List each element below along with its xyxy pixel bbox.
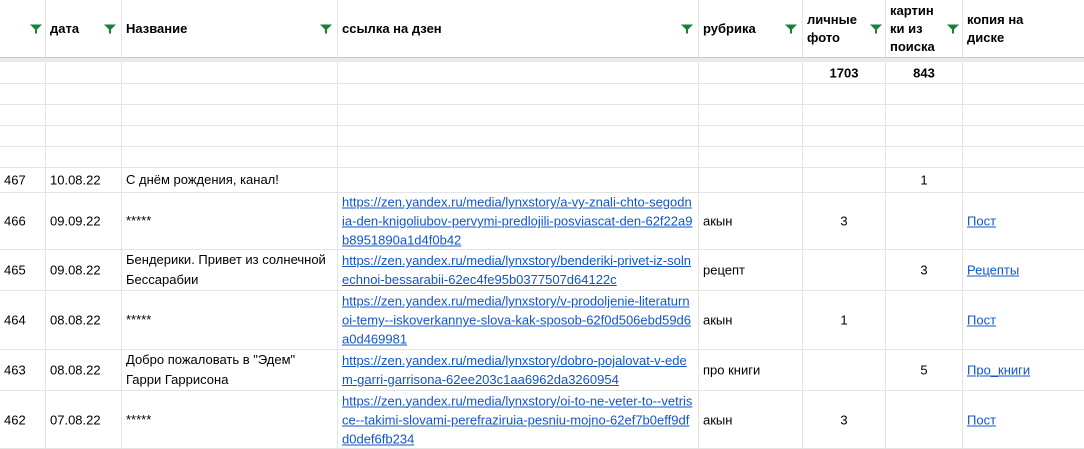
total-search: 843 — [913, 65, 935, 80]
row-date: 08.08.22 — [50, 362, 101, 378]
row-title: ***** — [126, 213, 152, 228]
header-label-copy: копия на диске — [967, 11, 1024, 45]
total-photos: 1703 — [829, 65, 859, 80]
row-copy-link[interactable]: Пост — [967, 410, 1080, 429]
row-copy-link[interactable]: Пост — [967, 311, 1080, 330]
row-number: 462 — [4, 412, 26, 427]
row-number: 464 — [4, 312, 26, 328]
row-date: 08.08.22 — [50, 312, 101, 328]
row-photos: 3 — [840, 213, 848, 229]
row-number: 465 — [4, 262, 26, 278]
row-link[interactable]: https://zen.yandex.ru/media/lynxstory/v-… — [342, 292, 694, 349]
header-label-title: Название — [126, 20, 188, 36]
row-title: С днём рождения, канал! — [126, 172, 279, 187]
row-rubric: акын — [703, 213, 733, 229]
row-link[interactable]: https://zen.yandex.ru/media/lynxstory/do… — [342, 351, 694, 389]
row-photos: 3 — [840, 412, 848, 427]
table-row: 466 09.09.22 ***** https://zen.yandex.ru… — [0, 193, 1084, 250]
row-number: 466 — [4, 213, 26, 229]
filter-icon[interactable] — [30, 24, 42, 33]
header-label-rubric: рубрика — [703, 20, 756, 36]
header-cell-date[interactable]: дата — [46, 0, 122, 58]
totals-row: 1703 843 — [0, 62, 1084, 84]
row-rubric: про книги — [703, 362, 761, 378]
row-number: 463 — [4, 362, 26, 378]
row-copy-link[interactable]: Рецепты — [967, 261, 1080, 280]
row-number: 467 — [4, 172, 26, 188]
table-row: 467 10.08.22 С днём рождения, канал! 1 — [0, 168, 1084, 193]
row-date: 10.08.22 — [50, 172, 101, 188]
row-link[interactable]: https://zen.yandex.ru/media/lynxstory/oi… — [342, 391, 694, 448]
header-label-search: картин ки из поиска — [890, 2, 935, 54]
row-search: 3 — [920, 262, 928, 278]
header-cell-link[interactable]: ссылка на дзен — [338, 0, 699, 58]
empty-row — [0, 105, 1084, 126]
row-search: 5 — [920, 362, 928, 378]
header-cell-num[interactable] — [0, 0, 46, 58]
row-date: 09.08.22 — [50, 262, 101, 278]
header-cell-title[interactable]: Название — [122, 0, 338, 58]
row-link[interactable]: https://zen.yandex.ru/media/lynxstory/a-… — [342, 193, 694, 249]
header-cell-search[interactable]: картин ки из поиска — [886, 0, 963, 58]
filter-icon[interactable] — [681, 24, 693, 33]
row-search: 1 — [920, 172, 928, 188]
row-title: ***** — [126, 411, 152, 427]
header-cell-copy[interactable]: копия на диске — [963, 0, 1084, 58]
header-cell-rubric[interactable]: рубрика — [699, 0, 803, 58]
filter-icon[interactable] — [870, 24, 882, 33]
table-row: 462 07.08.22 ***** https://zen.yandex.ru… — [0, 391, 1084, 449]
filter-icon[interactable] — [785, 24, 797, 33]
row-date: 09.09.22 — [50, 213, 101, 229]
filter-icon[interactable] — [104, 24, 116, 33]
header-label-photos: личные фото — [807, 11, 857, 45]
filter-icon[interactable] — [947, 24, 959, 33]
row-link[interactable]: https://zen.yandex.ru/media/lynxstory/be… — [342, 251, 694, 289]
empty-row — [0, 147, 1084, 168]
empty-row — [0, 126, 1084, 147]
row-title: Бендерики. Привет из солнечной Бессараби… — [126, 252, 330, 287]
table-row: 463 08.08.22 Добро пожаловать в "Эдем" Г… — [0, 350, 1084, 391]
table-row: 465 09.08.22 Бендерики. Привет из солнеч… — [0, 250, 1084, 291]
header-label-link: ссылка на дзен — [342, 20, 442, 36]
filter-icon[interactable] — [320, 24, 332, 33]
row-copy-link[interactable]: Пост — [967, 212, 1080, 231]
empty-row — [0, 84, 1084, 105]
row-title: ***** — [126, 312, 152, 327]
row-rubric: акын — [703, 412, 733, 427]
row-photos: 1 — [840, 312, 848, 328]
header-row: дата Название ссылка на дзен рубрика лич… — [0, 0, 1084, 58]
row-copy-link[interactable]: Про_книги — [967, 361, 1080, 380]
spreadsheet: дата Название ссылка на дзен рубрика лич… — [0, 0, 1084, 449]
header-cell-photos[interactable]: личные фото — [803, 0, 886, 58]
row-rubric: акын — [703, 312, 733, 328]
row-rubric: рецепт — [703, 262, 745, 278]
row-date: 07.08.22 — [50, 412, 101, 427]
table-row: 464 08.08.22 ***** https://zen.yandex.ru… — [0, 291, 1084, 350]
row-title: Добро пожаловать в "Эдем" Гарри Гаррисон… — [126, 352, 299, 387]
